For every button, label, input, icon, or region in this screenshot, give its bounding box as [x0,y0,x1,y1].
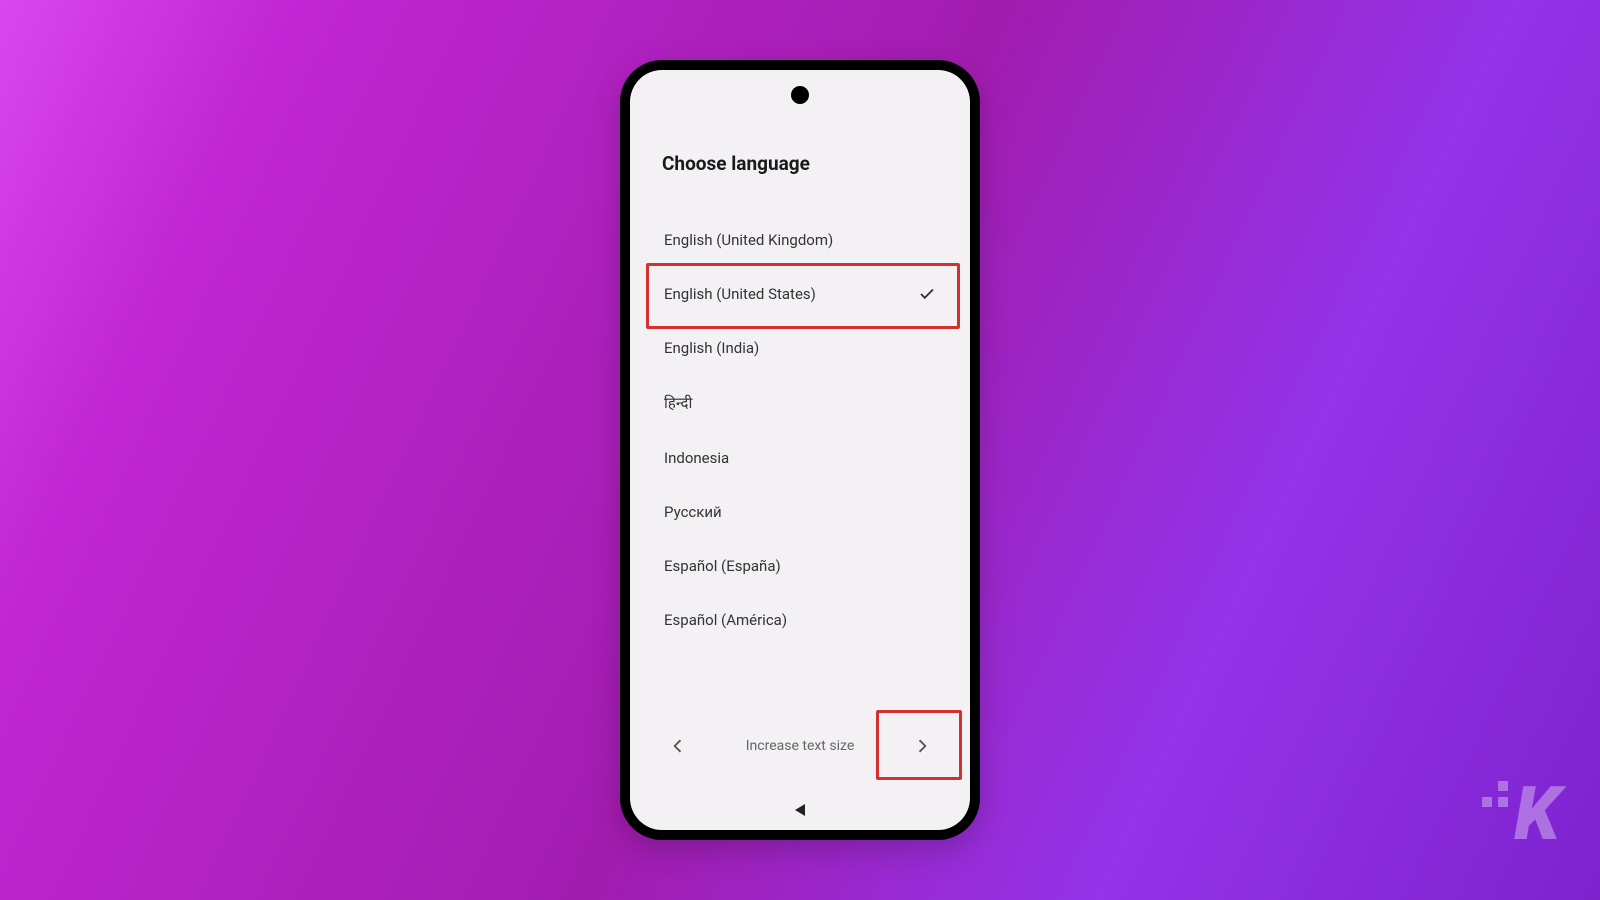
language-label: English (India) [664,339,759,357]
language-list: English (United Kingdom) English (United… [652,213,948,647]
page-title: Choose language [662,152,948,175]
screen-content: Choose language English (United Kingdom)… [630,70,970,830]
language-label: Español (España) [664,557,781,575]
watermark-letter: K [1514,771,1558,858]
language-label: Русский [664,503,722,521]
language-label: English (United States) [664,285,816,303]
language-option-english-india[interactable]: English (India) [652,321,948,375]
language-option-spanish-spain[interactable]: Español (España) [652,539,948,593]
increase-text-size-label[interactable]: Increase text size [746,738,855,754]
language-option-hindi[interactable]: हिन्दी [652,375,948,431]
watermark-dots-icon [1482,781,1508,807]
next-button[interactable] [902,726,942,766]
bottom-bar: Increase text size [652,714,948,778]
camera-notch [791,86,809,104]
language-label: Indonesia [664,449,729,467]
language-label: Español (América) [664,611,787,629]
phone-frame: Choose language English (United Kingdom)… [620,60,980,840]
watermark-logo: K [1482,771,1558,858]
language-label: English (United Kingdom) [664,231,833,249]
back-button[interactable] [658,726,698,766]
nav-back-icon[interactable] [795,804,805,816]
language-label: हिन्दी [664,393,692,413]
system-navigation [630,804,970,816]
phone-body: Choose language English (United Kingdom)… [620,60,980,840]
checkmark-icon [918,285,936,303]
language-option-spanish-america[interactable]: Español (América) [652,593,948,647]
phone-screen: Choose language English (United Kingdom)… [630,70,970,830]
language-option-indonesia[interactable]: Indonesia [652,431,948,485]
language-option-russian[interactable]: Русский [652,485,948,539]
language-option-english-uk[interactable]: English (United Kingdom) [652,213,948,267]
language-option-english-us[interactable]: English (United States) [652,267,948,321]
